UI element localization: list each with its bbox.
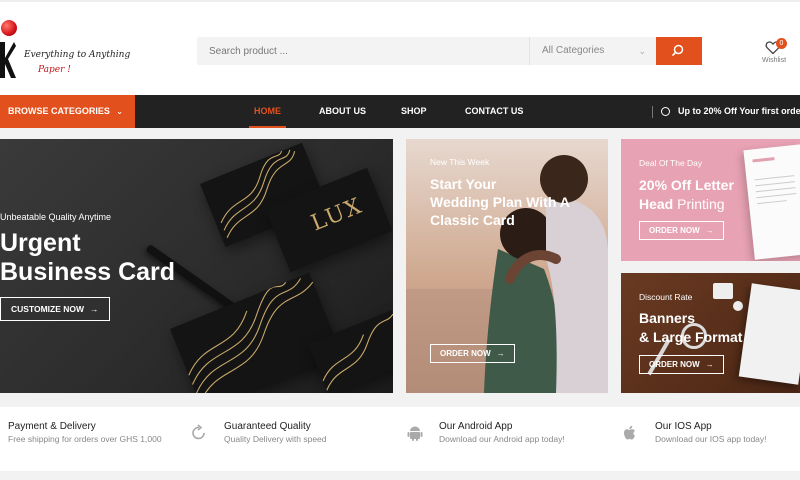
business-card-back [170, 272, 343, 393]
main-nav: BROWSE CATEGORIES ⌄ HOME ABOUT US SHOP C… [0, 95, 800, 128]
paper-line [757, 200, 787, 205]
browse-categories-label: BROWSE CATEGORIES [8, 106, 110, 116]
search-icon [672, 44, 684, 56]
feature-android-app[interactable]: Our Android App Download our Android app… [406, 421, 616, 461]
letterhead-title-line1: 20% Off Letter [639, 177, 734, 193]
letterhead-title-line2: Head Printing [639, 195, 734, 214]
chevron-down-icon: ⌄ [116, 107, 123, 116]
features-bar: Payment & Delivery Free shipping for ord… [0, 407, 800, 471]
wishlist-count-badge: 0 [776, 38, 787, 49]
search-bar: All Categories ⌄ [197, 37, 702, 65]
nav-item-contact-us[interactable]: CONTACT US [465, 95, 523, 128]
promo-text: Up to 20% Off Your first order [678, 106, 800, 116]
chevron-down-icon: ⌄ [638, 46, 646, 56]
logo-tagline: Everything to Anything [24, 50, 131, 60]
large-format-title-line2: & Large Format [639, 329, 743, 345]
main-banner-title: Urgent Business Card [0, 229, 175, 287]
large-format-title: Banners & Large Format [639, 309, 742, 347]
feature-title: Guaranteed Quality [224, 421, 311, 432]
feature-ios-app[interactable]: Our IOS App Download our IOS app today! [621, 421, 800, 461]
wedding-title-line1: Start Your [430, 176, 497, 192]
promo-banner: Up to 20% Off Your first order [652, 95, 800, 128]
logo[interactable]: Everything to Anything Paper ! [0, 20, 130, 82]
arrow-right-icon: → [705, 360, 714, 369]
paper-line [752, 157, 775, 163]
customize-now-button[interactable]: CUSTOMIZE NOW → [0, 297, 110, 321]
letterhead-pretitle: Deal Of The Day [639, 158, 703, 168]
letterhead-order-now-button[interactable]: ORDER NOW → [639, 221, 724, 240]
large-format-pretitle: Discount Rate [639, 292, 693, 302]
feature-title: Our IOS App [655, 421, 712, 432]
arrow-right-icon: → [496, 349, 505, 358]
logo-k-icon [0, 42, 16, 78]
category-select-value: All Categories [542, 45, 605, 56]
main-banner-title-line1: Urgent [0, 229, 81, 257]
large-format-order-now-label: ORDER NOW [649, 360, 700, 369]
lightbulb-icon [661, 107, 670, 117]
android-icon [407, 426, 423, 441]
feature-desc: Quality Delivery with speed [224, 434, 327, 444]
site-header: Everything to Anything Paper ! All Categ… [0, 0, 800, 95]
wave-pattern-icon [188, 278, 314, 393]
letterhead-paper-image [743, 144, 800, 260]
category-select[interactable]: All Categories ⌄ [529, 37, 656, 65]
feature-payment-delivery: Payment & Delivery Free shipping for ord… [0, 421, 190, 461]
letterhead-title: 20% Off Letter Head Printing [639, 176, 734, 214]
wedding-order-now-label: ORDER NOW [440, 349, 491, 358]
wishlist-button[interactable]: 0 Wishlist [756, 38, 792, 70]
search-button[interactable] [656, 37, 702, 65]
apple-icon [624, 425, 635, 440]
wedding-title: Start Your Wedding Plan With A Classic C… [430, 175, 570, 229]
nav-item-about-us[interactable]: ABOUT US [319, 95, 366, 128]
wedding-banner[interactable]: New This Week Start Your Wedding Plan Wi… [406, 139, 608, 393]
feature-title: Our Android App [439, 421, 513, 432]
letterhead-title-bold: Head [639, 196, 674, 212]
letterhead-order-now-label: ORDER NOW [649, 226, 700, 235]
large-format-order-now-button[interactable]: ORDER NOW → [639, 355, 724, 374]
nav-item-shop[interactable]: SHOP [401, 95, 427, 128]
logo-subline: Paper ! [38, 65, 71, 75]
arrow-right-icon: → [705, 226, 714, 235]
wedding-title-line3: Classic Card [430, 212, 515, 228]
feature-desc: Download our IOS app today! [655, 434, 767, 444]
wedding-title-line2: Wedding Plan With A [430, 194, 570, 210]
large-format-banner[interactable]: Discount Rate Banners & Large Format ORD… [621, 273, 800, 393]
notebook-image [738, 283, 800, 385]
feature-guaranteed-quality: Guaranteed Quality Quality Delivery with… [190, 421, 400, 461]
paper-line [755, 187, 796, 193]
nav-divider [652, 105, 653, 118]
feature-desc: Download our Android app today! [439, 434, 565, 444]
paper-line [755, 181, 796, 187]
feature-desc: Free shipping for orders over GHS 1,000 [8, 434, 162, 444]
paper-line [754, 175, 795, 181]
letterhead-title-light: Printing [677, 196, 725, 212]
feature-title: Payment & Delivery [8, 421, 96, 432]
large-format-title-line1: Banners [639, 310, 696, 326]
main-banner-pretitle: Unbeatable Quality Anytime [0, 212, 112, 222]
wedding-pretitle: New This Week [430, 157, 490, 167]
search-input[interactable] [197, 37, 527, 65]
main-banner-title-line2: Business Card [0, 257, 176, 286]
browse-categories-button[interactable]: BROWSE CATEGORIES ⌄ [0, 95, 135, 128]
business-card-banner[interactable]: LUX Unbeatable Quality Anytime Urgent Bu… [0, 139, 393, 393]
wishlist-label: Wishlist [761, 57, 787, 64]
customize-now-label: CUSTOMIZE NOW [11, 304, 85, 314]
paper-line [756, 193, 797, 199]
nav-item-home[interactable]: HOME [249, 95, 286, 128]
refresh-icon [192, 424, 205, 440]
arrow-right-icon: → [90, 304, 99, 314]
letterhead-banner[interactable]: Deal Of The Day 20% Off Letter Head Prin… [621, 139, 800, 261]
camera-image [713, 283, 733, 299]
card-lux-text: LUX [307, 193, 367, 237]
wedding-order-now-button[interactable]: ORDER NOW → [430, 344, 515, 363]
